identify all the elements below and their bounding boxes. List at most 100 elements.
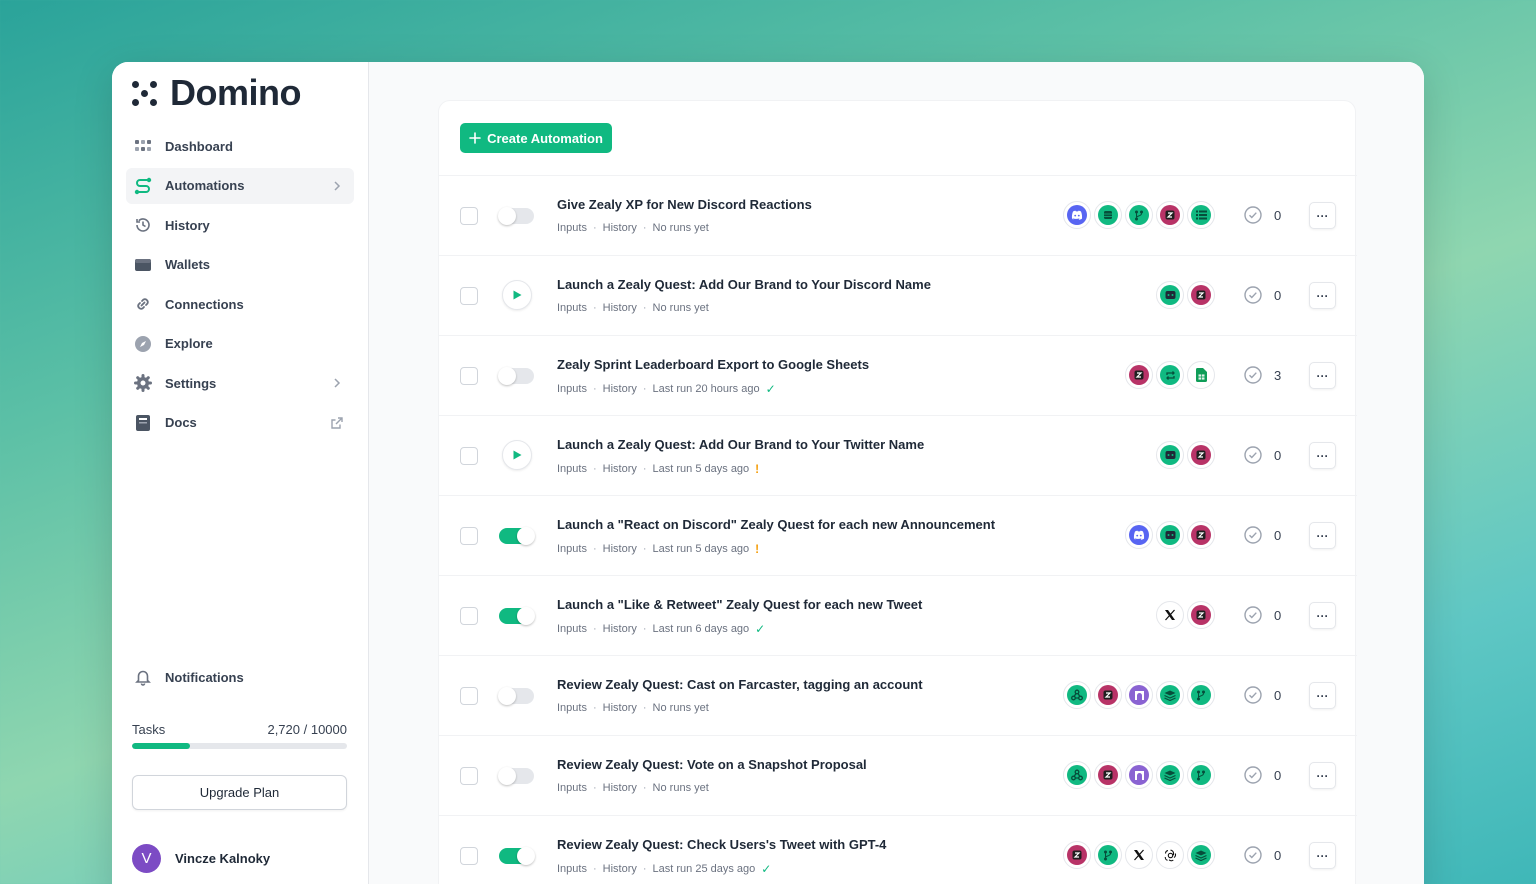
upgrade-plan-button[interactable]: Upgrade Plan xyxy=(132,775,347,810)
history-link[interactable]: History xyxy=(603,782,637,794)
run-status: Last run 5 days ago xyxy=(652,463,750,475)
history-link[interactable]: History xyxy=(603,463,637,475)
inputs-link[interactable]: Inputs xyxy=(557,463,587,475)
history-link[interactable]: History xyxy=(603,383,637,395)
more-options-button[interactable]: ··· xyxy=(1309,842,1336,869)
more-options-button[interactable]: ··· xyxy=(1309,282,1336,309)
table-row[interactable]: Give Zealy XP for New Discord Reactions … xyxy=(439,176,1357,256)
row-checkbox[interactable] xyxy=(460,607,478,625)
sidebar-item-dashboard[interactable]: Dashboard xyxy=(126,128,354,164)
automation-toggle[interactable] xyxy=(499,527,535,545)
row-checkbox[interactable] xyxy=(460,447,478,465)
automation-toggle[interactable] xyxy=(499,607,535,625)
run-button[interactable] xyxy=(502,280,532,310)
sheets-db-icon xyxy=(1094,201,1122,229)
inputs-link[interactable]: Inputs xyxy=(557,302,587,314)
automation-title[interactable]: Launch a Zealy Quest: Add Our Brand to Y… xyxy=(557,277,931,292)
sidebar-item-connections[interactable]: Connections xyxy=(126,286,354,322)
separator: · xyxy=(592,702,597,714)
tasks-progress-fill xyxy=(132,743,191,749)
check-circle-icon xyxy=(1244,446,1262,464)
runs-count: 0 xyxy=(1244,526,1281,544)
table-row[interactable]: Review Zealy Quest: Check Users's Tweet … xyxy=(439,816,1357,884)
automation-title[interactable]: Zealy Sprint Leaderboard Export to Googl… xyxy=(557,357,869,372)
automation-toggle[interactable] xyxy=(498,207,534,225)
chevron-right-icon xyxy=(334,378,341,388)
create-automation-button[interactable]: Create Automation xyxy=(460,123,612,153)
automation-title[interactable]: Launch a "React on Discord" Zealy Quest … xyxy=(557,517,995,532)
sidebar-item-automations[interactable]: Automations xyxy=(126,167,354,204)
automation-toggle[interactable] xyxy=(498,767,534,785)
automation-toggle[interactable] xyxy=(498,687,534,705)
row-checkbox[interactable] xyxy=(460,767,478,785)
history-link[interactable]: History xyxy=(603,623,637,635)
user-profile[interactable]: V Vincze Kalnoky xyxy=(132,844,270,873)
repeat-icon xyxy=(1156,361,1184,389)
more-options-button[interactable]: ··· xyxy=(1309,202,1336,229)
history-link[interactable]: History xyxy=(603,222,637,234)
table-row[interactable]: Launch a "React on Discord" Zealy Quest … xyxy=(439,496,1357,576)
table-row[interactable]: Zealy Sprint Leaderboard Export to Googl… xyxy=(439,336,1357,416)
sidebar-item-explore[interactable]: Explore xyxy=(126,326,354,362)
more-options-button[interactable]: ··· xyxy=(1309,762,1336,789)
inputs-link[interactable]: Inputs xyxy=(557,702,587,714)
tasks-count: 2,720 / 10000 xyxy=(267,722,347,737)
table-row[interactable]: Launch a "Like & Retweet" Zealy Quest fo… xyxy=(439,576,1357,656)
row-checkbox[interactable] xyxy=(460,847,478,865)
logo[interactable]: Domino xyxy=(132,72,301,114)
sidebar-item-wallets[interactable]: Wallets xyxy=(126,247,354,283)
run-status: Last run 5 days ago xyxy=(652,543,750,555)
inputs-link[interactable]: Inputs xyxy=(557,543,587,555)
inputs-link[interactable]: Inputs xyxy=(557,782,587,794)
run-status: Last run 20 hours ago xyxy=(652,383,760,395)
notifications-link[interactable]: Notifications xyxy=(134,668,244,686)
history-link[interactable]: History xyxy=(603,543,637,555)
row-checkbox[interactable] xyxy=(460,287,478,305)
automation-title[interactable]: Give Zealy XP for New Discord Reactions xyxy=(557,197,812,212)
table-row[interactable]: Launch a Zealy Quest: Add Our Brand to Y… xyxy=(439,256,1357,336)
inputs-link[interactable]: Inputs xyxy=(557,383,587,395)
runs-value: 0 xyxy=(1274,607,1282,623)
more-options-button[interactable]: ··· xyxy=(1309,682,1336,709)
automation-toggle[interactable] xyxy=(498,367,534,385)
history-link[interactable]: History xyxy=(603,702,637,714)
table-row[interactable]: Launch a Zealy Quest: Add Our Brand to Y… xyxy=(439,416,1357,496)
table-row[interactable]: Review Zealy Quest: Vote on a Snapshot P… xyxy=(439,736,1357,816)
separator: · xyxy=(642,782,647,794)
inputs-link[interactable]: Inputs xyxy=(557,222,587,234)
row-checkbox[interactable] xyxy=(460,527,478,545)
run-button[interactable] xyxy=(502,440,532,470)
inputs-link[interactable]: Inputs xyxy=(557,863,587,875)
check-circle-icon xyxy=(1244,686,1262,704)
history-link[interactable]: History xyxy=(603,863,637,875)
inputs-link[interactable]: Inputs xyxy=(557,623,587,635)
automation-title[interactable]: Review Zealy Quest: Cast on Farcaster, t… xyxy=(557,677,923,692)
warning-icon: ! xyxy=(755,542,760,556)
sidebar-item-docs[interactable]: Docs xyxy=(126,405,354,441)
automation-title[interactable]: Launch a "Like & Retweet" Zealy Quest fo… xyxy=(557,597,922,612)
plus-icon xyxy=(469,132,481,144)
row-checkbox[interactable] xyxy=(460,367,478,385)
discord-icon xyxy=(1063,201,1091,229)
history-link[interactable]: History xyxy=(603,302,637,314)
zealy-icon xyxy=(1187,601,1215,629)
automation-meta: Inputs · History · No runs yet xyxy=(557,302,709,314)
row-checkbox[interactable] xyxy=(460,687,478,705)
more-options-button[interactable]: ··· xyxy=(1309,602,1336,629)
table-row[interactable]: Review Zealy Quest: Cast on Farcaster, t… xyxy=(439,656,1357,736)
more-options-button[interactable]: ··· xyxy=(1309,522,1336,549)
row-checkbox[interactable] xyxy=(460,207,478,225)
automation-title[interactable]: Launch a Zealy Quest: Add Our Brand to Y… xyxy=(557,437,924,452)
more-options-button[interactable]: ··· xyxy=(1309,442,1336,469)
sidebar-item-history[interactable]: History xyxy=(126,207,354,243)
separator: · xyxy=(592,463,597,475)
automation-toggle[interactable] xyxy=(499,847,535,865)
more-options-button[interactable]: ··· xyxy=(1309,362,1336,389)
sidebar-item-settings[interactable]: Settings xyxy=(126,365,354,401)
avatar: V xyxy=(132,844,161,873)
automation-title[interactable]: Review Zealy Quest: Vote on a Snapshot P… xyxy=(557,757,867,772)
check-circle-icon xyxy=(1244,766,1262,784)
discord-icon xyxy=(1125,521,1153,549)
history-icon xyxy=(134,216,152,234)
automation-title[interactable]: Review Zealy Quest: Check Users's Tweet … xyxy=(557,837,886,852)
